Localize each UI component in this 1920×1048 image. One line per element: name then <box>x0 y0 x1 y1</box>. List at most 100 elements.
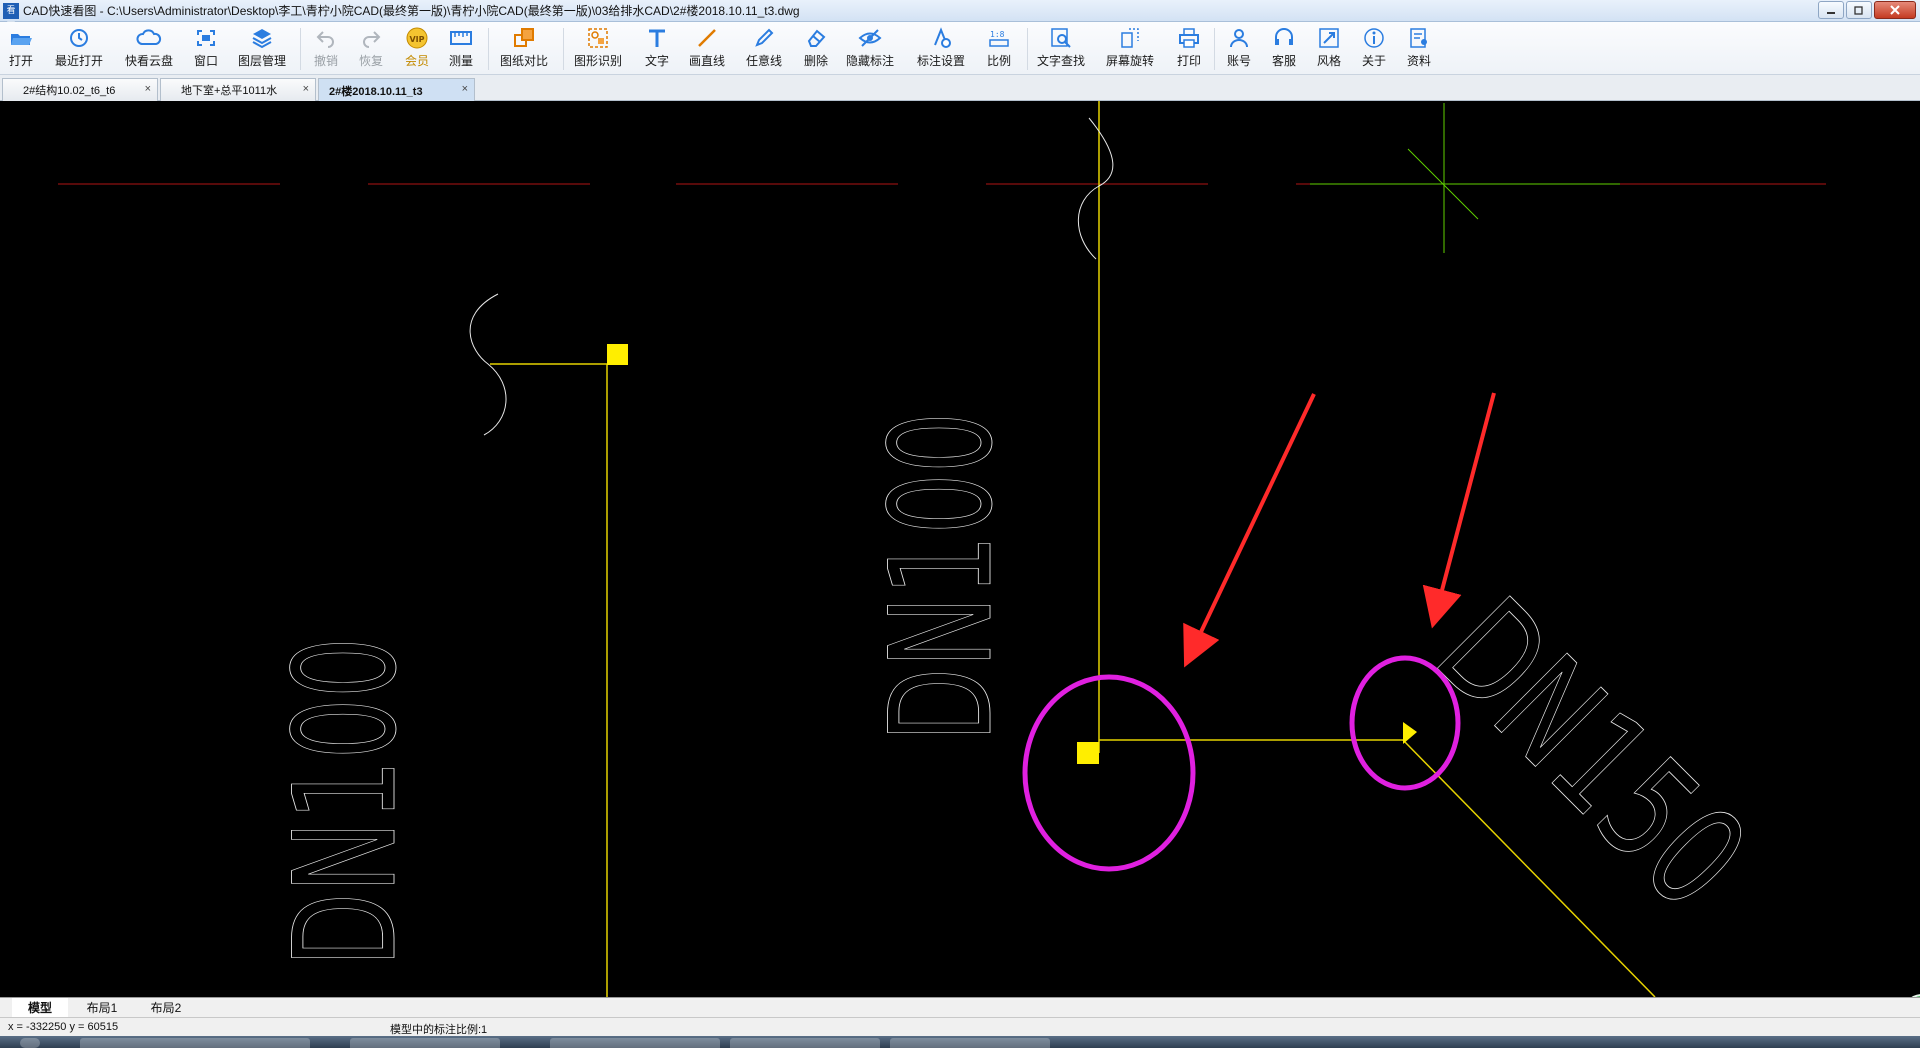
scale-icon: 1:8 <box>989 30 1009 47</box>
layout-tab-model[interactable]: 模型 <box>12 998 68 1017</box>
dn100-middle-label: DN100 <box>860 411 1024 742</box>
doc-tab-basement[interactable]: 地下室+总平1011水 × <box>160 78 316 101</box>
compare-button[interactable]: 图纸对比 <box>500 26 548 73</box>
about-button[interactable]: 关于 <box>1361 26 1387 73</box>
axis-cross-green <box>1310 103 1620 253</box>
scale-button[interactable]: 1:8 比例 <box>986 26 1012 73</box>
history-icon <box>70 29 88 47</box>
minimize-button[interactable] <box>1818 1 1844 19</box>
screen-rotate-label: 屏幕旋转 <box>1106 54 1155 68</box>
account-label: 账号 <box>1226 54 1251 68</box>
resources-button[interactable]: 资料 <box>1406 26 1432 73</box>
hide-annotation-label: 隐藏标注 <box>846 54 895 68</box>
layout-tab-layout1[interactable]: 布局1 <box>72 998 132 1017</box>
os-taskbar <box>0 1036 1920 1048</box>
folder-open-icon <box>11 34 32 45</box>
hide-annotation-button[interactable]: 隐藏标注 <box>846 26 894 73</box>
cloud-button[interactable]: 快看云盘 <box>125 26 173 73</box>
style-label: 风格 <box>1316 54 1341 68</box>
freehand-label: 任意线 <box>746 54 783 68</box>
doc-tab-building2[interactable]: 2#楼2018.10.11_t3 × <box>318 78 475 102</box>
cloud-icon <box>136 29 162 45</box>
cad-drawing[interactable]: DN100 DN100 DN150 <box>0 101 1920 997</box>
title-bar: 看图 CAD快速看图 - C:\Users\Administrator\Desk… <box>0 0 1920 32</box>
svg-text:1:8: 1:8 <box>990 30 1005 39</box>
tab-close-icon[interactable]: × <box>145 83 151 95</box>
account-button[interactable]: 账号 <box>1226 26 1252 73</box>
eye-hidden-icon <box>858 29 882 47</box>
layout-tab-layout2[interactable]: 布局2 <box>136 998 196 1017</box>
user-icon <box>1230 29 1248 48</box>
taskbar-item[interactable] <box>550 1038 720 1048</box>
ruler-icon <box>450 31 472 45</box>
headset-icon <box>1275 28 1293 45</box>
line-button[interactable]: 画直线 <box>689 26 725 73</box>
taskbar-item[interactable] <box>80 1038 310 1048</box>
undo-button[interactable]: 撤销 <box>313 26 339 73</box>
print-button[interactable]: 打印 <box>1176 26 1202 73</box>
close-button[interactable] <box>1874 1 1916 19</box>
open-button[interactable]: 打开 <box>8 26 34 73</box>
document-tab-bar: 2#结构10.02_t6_t6 × 地下室+总平1011水 × 2#楼2018.… <box>0 75 1920 102</box>
tab-close-icon[interactable]: × <box>303 83 309 95</box>
vip-badge-text: VIP <box>409 35 424 44</box>
delete-button[interactable]: 删除 <box>803 26 829 73</box>
print-label: 打印 <box>1176 54 1201 68</box>
window-label: 窗口 <box>193 54 218 68</box>
freehand-button[interactable]: 任意线 <box>746 26 782 73</box>
pipe-node-marker <box>1077 742 1099 764</box>
taskbar-item[interactable] <box>730 1038 880 1048</box>
text-label: 文字 <box>644 54 669 68</box>
measure-label: 测量 <box>448 54 473 68</box>
undo-icon <box>316 31 334 48</box>
layers-button[interactable]: 图层管理 <box>238 26 286 73</box>
redo-button[interactable]: 恢复 <box>358 26 384 73</box>
annotation-settings-label: 标注设置 <box>917 54 966 68</box>
annotation-arrow <box>1422 392 1496 629</box>
drawing-canvas[interactable]: DN100 DN100 DN150 70 <box>0 101 1920 1034</box>
toolbar-separator <box>1214 28 1215 70</box>
recent-button[interactable]: 最近打开 <box>55 26 103 73</box>
style-button[interactable]: 风格 <box>1316 26 1342 73</box>
document-user-icon <box>1410 28 1427 48</box>
shape-recognize-button[interactable]: 图形识别 <box>574 26 622 73</box>
pen-icon <box>755 28 774 47</box>
maximize-button[interactable] <box>1846 1 1872 19</box>
toolbar-separator <box>488 28 489 70</box>
text-search-label: 文字查找 <box>1037 54 1086 68</box>
status-bar: x = -332250 y = 60515 模型中的标注比例:1 <box>0 1017 1920 1036</box>
start-orb-icon[interactable] <box>20 1038 40 1048</box>
vip-badge-icon: VIP <box>406 27 428 49</box>
tab-close-icon[interactable]: × <box>462 83 468 95</box>
scale-label: 比例 <box>986 54 1011 68</box>
undo-label: 撤销 <box>313 54 338 68</box>
pipe-node-marker <box>1403 722 1417 744</box>
layout-tab-bar: 模型 布局1 布局2 <box>0 997 1920 1017</box>
doc-tab-structure[interactable]: 2#结构10.02_t6_t6 × <box>2 78 158 101</box>
measure-button[interactable]: 测量 <box>448 26 474 73</box>
about-label: 关于 <box>1361 54 1386 68</box>
window-title: CAD快速看图 - C:\Users\Administrator\Desktop… <box>23 4 800 18</box>
service-button[interactable]: 客服 <box>1271 26 1297 73</box>
doc-tab-label: 地下室+总平1011水 <box>181 85 278 97</box>
minimize-icon <box>1827 12 1835 14</box>
taskbar-item[interactable] <box>890 1038 1050 1048</box>
style-icon <box>1319 28 1339 48</box>
vip-button[interactable]: VIP 会员 <box>404 26 430 73</box>
cursor-coordinates: x = -332250 y = 60515 <box>8 1021 119 1033</box>
shape-recognize-label: 图形识别 <box>574 54 623 68</box>
dn100-left-label: DN100 <box>264 636 428 967</box>
line-label: 画直线 <box>689 54 726 68</box>
text-search-button[interactable]: 文字查找 <box>1037 26 1085 73</box>
cloud-label: 快看云盘 <box>125 54 174 68</box>
annotation-settings-button[interactable]: 标注设置 <box>917 26 965 73</box>
doc-tab-label: 2#楼2018.10.11_t3 <box>329 85 423 98</box>
info-icon <box>1364 28 1384 48</box>
text-button[interactable]: 文字 <box>644 26 670 73</box>
screen-rotate-button[interactable]: 屏幕旋转 <box>1106 26 1154 73</box>
taskbar-item[interactable] <box>350 1038 500 1048</box>
window-button[interactable]: 窗口 <box>193 26 219 73</box>
toolbar-separator <box>300 28 301 70</box>
svg-text:DN150: DN150 <box>1406 569 1776 939</box>
redo-label: 恢复 <box>358 54 383 68</box>
